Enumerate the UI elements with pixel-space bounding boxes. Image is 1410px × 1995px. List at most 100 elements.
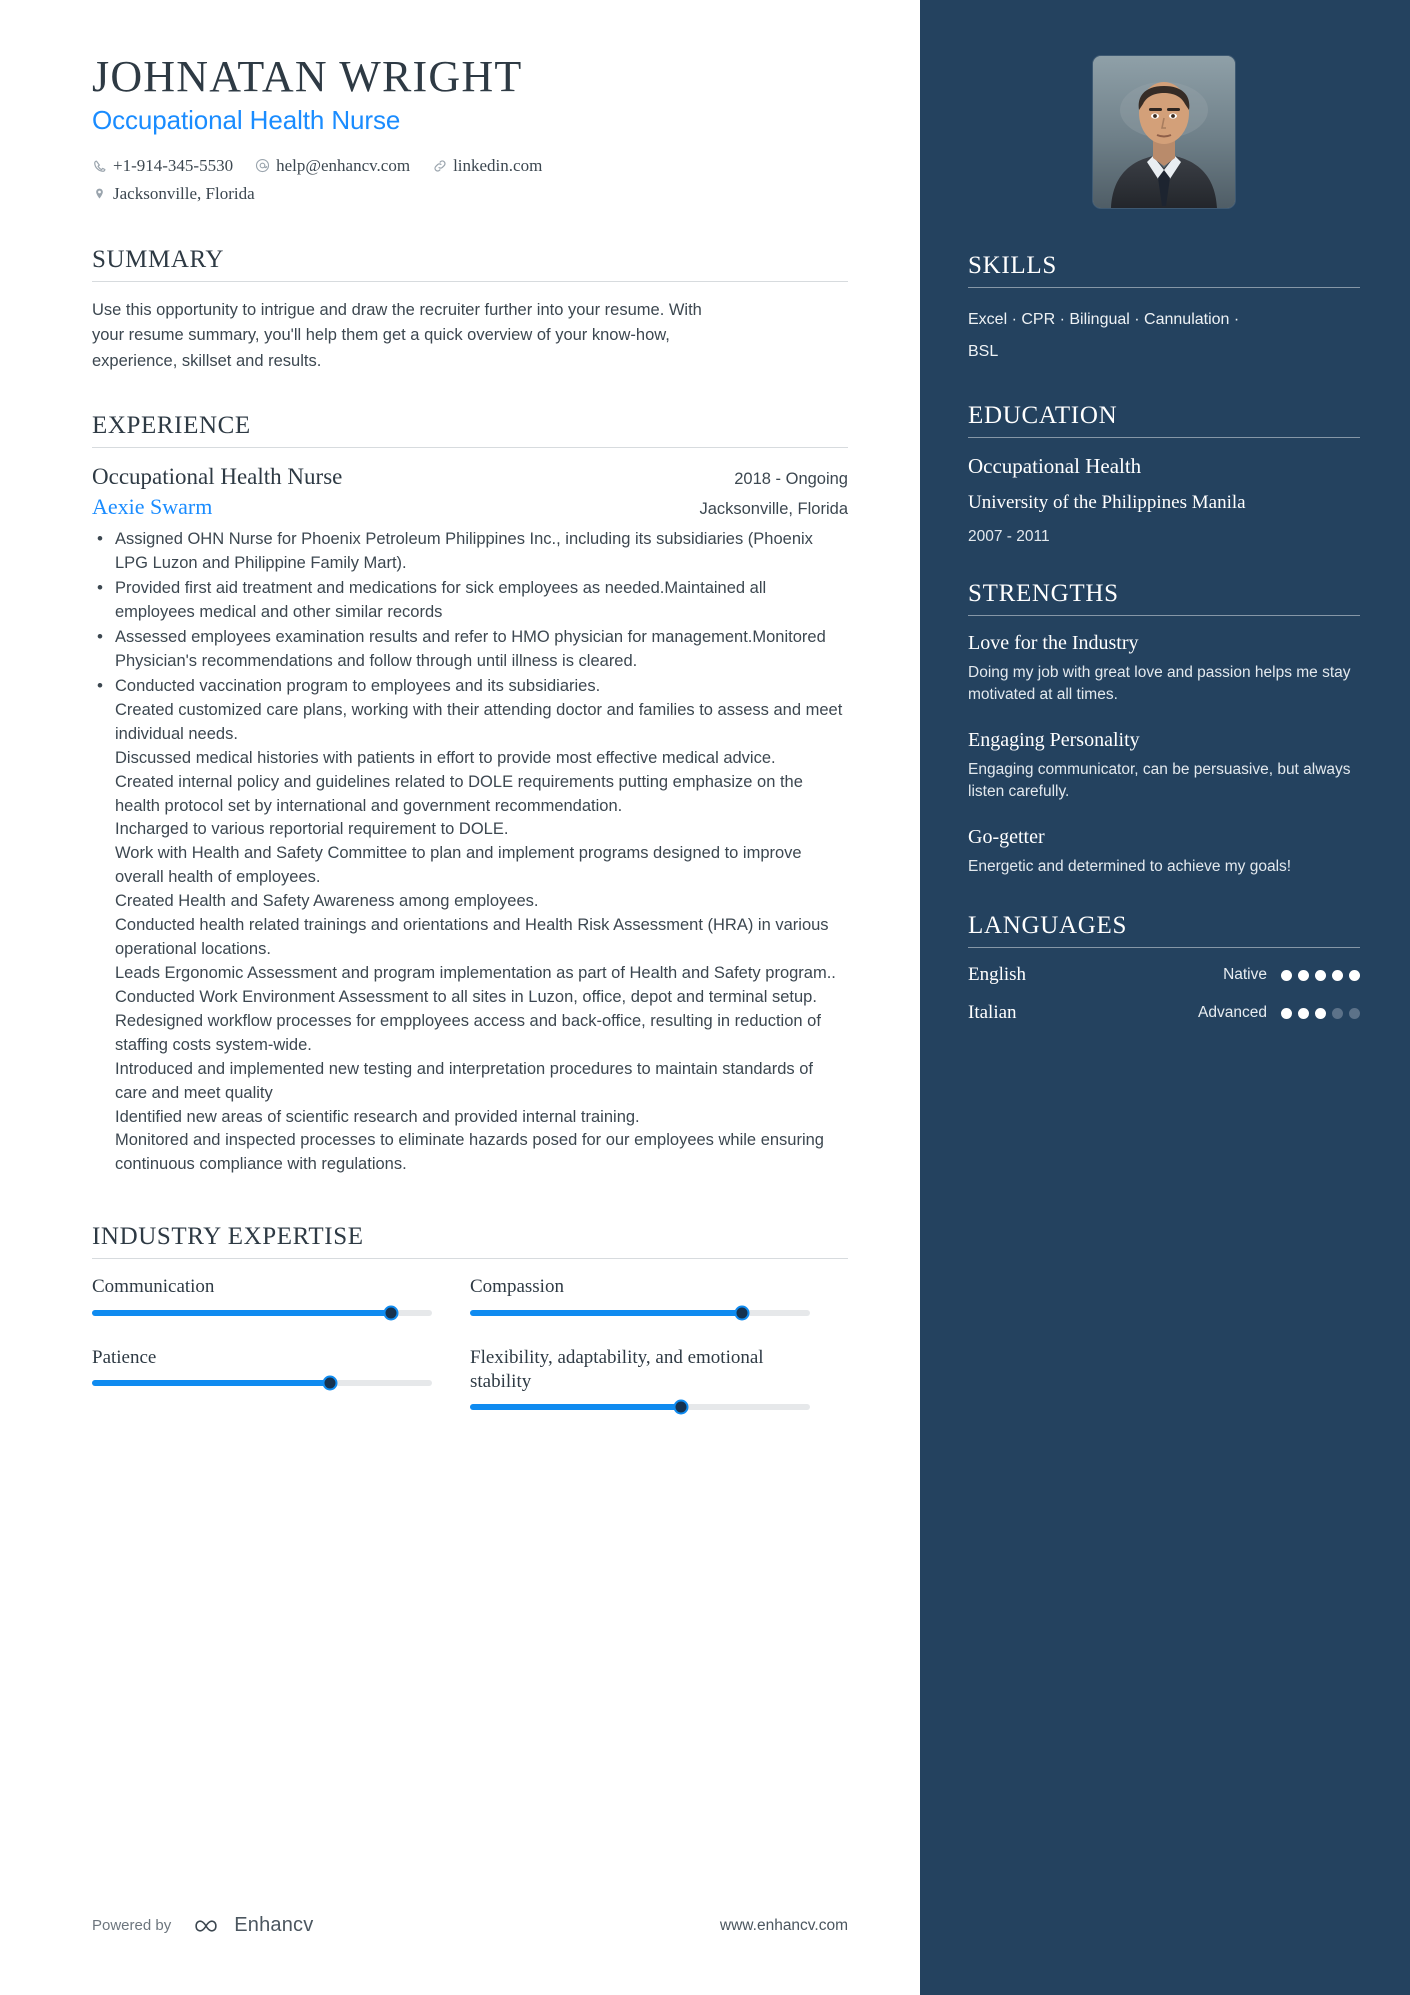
divider <box>968 287 1360 288</box>
main-column: JOHNATAN WRIGHT Occupational Health Nurs… <box>0 0 920 1995</box>
industry-expertise-section-title: INDUSTRY EXPERTISE <box>92 1223 364 1251</box>
expertise-slider[interactable] <box>470 1399 810 1415</box>
experience-bullet-subline: Created Health and Safety Awareness amon… <box>115 892 539 911</box>
language-rating-dots <box>1281 969 1360 981</box>
contact-linkedin[interactable]: linkedin.com <box>432 152 542 180</box>
education-section-title: EDUCATION <box>968 402 1118 429</box>
experience-bullet-subline: Conducted Work Environment Assessment to… <box>115 987 817 1006</box>
sidebar: SKILLS Excel · CPR · Bilingual · Cannula… <box>920 0 1410 1995</box>
contact-linkedin-text: linkedin.com <box>453 155 543 175</box>
location-pin-icon <box>92 186 107 201</box>
divider <box>92 1258 848 1260</box>
phone-icon <box>92 158 107 173</box>
slider-fill <box>92 1379 330 1386</box>
experience-bullet-subline: Created internal policy and guidelines r… <box>115 772 803 815</box>
contact-email[interactable]: help@enhancv.com <box>255 152 410 180</box>
language-level: Advanced <box>1198 1004 1267 1022</box>
education-section: EDUCATION Occupational Health University… <box>968 402 1360 546</box>
experience-bullet: Assigned OHN Nurse for Phoenix Petroleum… <box>92 527 848 576</box>
resume-page: JOHNATAN WRIGHT Occupational Health Nurs… <box>0 0 1410 1995</box>
expertise-item: Patience <box>92 1346 470 1411</box>
strength-description: Doing my job with great love and passion… <box>968 663 1351 704</box>
infinity-logo-icon <box>187 1916 225 1936</box>
experience-company[interactable]: Aexie Swarm <box>92 494 212 520</box>
page-title: JOHNATAN WRIGHT <box>92 52 523 101</box>
experience-role: Occupational Health Nurse <box>92 464 343 490</box>
education-years: 2007 - 2011 <box>968 527 1050 545</box>
language-level: Native <box>1223 966 1267 984</box>
expertise-item: Communication <box>92 1275 470 1321</box>
strengths-section: STRENGTHS Love for the Industry Doing my … <box>968 580 1360 878</box>
divider <box>92 447 848 449</box>
experience-bullet-subline: Introduced and implemented new testing a… <box>115 1059 814 1102</box>
experience-section-title: EXPERIENCE <box>92 412 251 440</box>
powered-by-label: Powered by <box>92 1917 172 1934</box>
experience-bullet-subline: Redesigned workflow processes for empplo… <box>115 1011 821 1054</box>
languages-section-title: LANGUAGES <box>968 912 1128 940</box>
strength-item: Love for the Industry Doing my job with g… <box>968 632 1360 707</box>
strength-title: Love for the Industry <box>968 631 1139 654</box>
contact-row-primary: +1-914-345-5530 help@enhancv.com linkedi… <box>92 152 848 180</box>
rating-dot-filled <box>1281 969 1292 981</box>
summary-section: SUMMARY Use this opportunity to intrigue… <box>92 246 848 375</box>
experience-dates: 2018 - Ongoing <box>734 470 848 489</box>
experience-bullet-subline: Conducted health related trainings and o… <box>115 916 829 959</box>
education-school: University of the Philippines Manila <box>968 492 1246 513</box>
experience-entry: Occupational Health Nurse 2018 - Ongoing… <box>92 464 848 1177</box>
experience-bullet-subline: Discussed medical histories with patient… <box>115 748 776 767</box>
experience-bullet-text: Assigned OHN Nurse for Phoenix Petroleum… <box>115 530 813 573</box>
expertise-label: Compassion <box>470 1276 564 1298</box>
divider <box>968 947 1360 949</box>
experience-bullet: Conducted vaccination program to employe… <box>92 674 848 1177</box>
experience-entry-subheader: Aexie Swarm Jacksonville, Florida <box>92 494 848 520</box>
language-row: English Native <box>968 964 1360 986</box>
divider <box>968 614 1360 616</box>
slider-knob[interactable] <box>734 1305 750 1321</box>
language-name: English <box>968 964 1027 986</box>
slider-knob[interactable] <box>673 1399 689 1415</box>
slider-fill <box>470 1404 681 1411</box>
experience-bullet-subline: Incharged to various reportorial require… <box>115 820 509 839</box>
languages-section: LANGUAGES English Native Italian Advanced <box>968 912 1360 1024</box>
footer-url[interactable]: www.enhancv.com <box>720 1917 848 1935</box>
skills-line-2: BSL <box>968 343 999 360</box>
link-icon <box>432 158 447 173</box>
experience-bullet-subline: Identified new areas of scientific resea… <box>115 1107 640 1126</box>
job-title: Occupational Health Nurse <box>92 104 401 135</box>
strengths-section-title: STRENGTHS <box>968 579 1119 607</box>
contact-phone[interactable]: +1-914-345-5530 <box>92 152 233 180</box>
brand-name: Enhancv <box>234 1914 314 1936</box>
experience-location: Jacksonville, Florida <box>699 500 848 519</box>
expertise-slider[interactable] <box>92 1375 432 1391</box>
contact-row-location: Jacksonville, Florida <box>92 180 848 208</box>
rating-dot-filled <box>1349 969 1360 981</box>
industry-expertise-grid: Communication Compassion Patience Flexibili… <box>92 1275 848 1440</box>
contact-info: +1-914-345-5530 help@enhancv.com linkedi… <box>92 152 848 208</box>
expertise-item: Flexibility, adaptability, and emotional… <box>470 1346 848 1415</box>
language-rating-dots <box>1281 1007 1360 1019</box>
slider-fill <box>92 1309 392 1316</box>
experience-bullet: Provided first aid treatment and medicat… <box>92 576 848 625</box>
experience-bullet: Assessed employees examination results a… <box>92 625 848 674</box>
rating-dot-filled <box>1298 969 1309 981</box>
experience-bullet-text: Conducted vaccination program to employe… <box>115 676 601 695</box>
language-row: Italian Advanced <box>968 1002 1360 1024</box>
expertise-slider[interactable] <box>470 1305 810 1321</box>
rating-dot-empty <box>1349 1007 1360 1019</box>
contact-location: Jacksonville, Florida <box>92 180 255 208</box>
experience-bullet-text: Assessed employees examination results a… <box>115 628 826 670</box>
experience-bullet-list: Assigned OHN Nurse for Phoenix Petroleum… <box>92 527 848 1177</box>
slider-knob[interactable] <box>383 1305 399 1321</box>
skills-section: SKILLS Excel · CPR · Bilingual · Cannula… <box>968 252 1360 368</box>
experience-bullet-subline: Monitored and inspected processes to eli… <box>115 1131 824 1174</box>
rating-dot-filled <box>1281 1007 1292 1019</box>
profile-photo-wrap <box>968 56 1360 208</box>
powered-by-block: Powered by Enhancv <box>92 1914 313 1937</box>
email-icon <box>255 158 270 173</box>
language-name: Italian <box>968 1002 1017 1024</box>
rating-dot-filled <box>1315 1007 1326 1019</box>
industry-expertise-section: INDUSTRY EXPERTISE Communication Compassi… <box>92 1223 848 1440</box>
expertise-slider[interactable] <box>92 1305 432 1321</box>
slider-knob[interactable] <box>322 1375 338 1391</box>
strength-description: Energetic and determined to achieve my g… <box>968 857 1292 875</box>
